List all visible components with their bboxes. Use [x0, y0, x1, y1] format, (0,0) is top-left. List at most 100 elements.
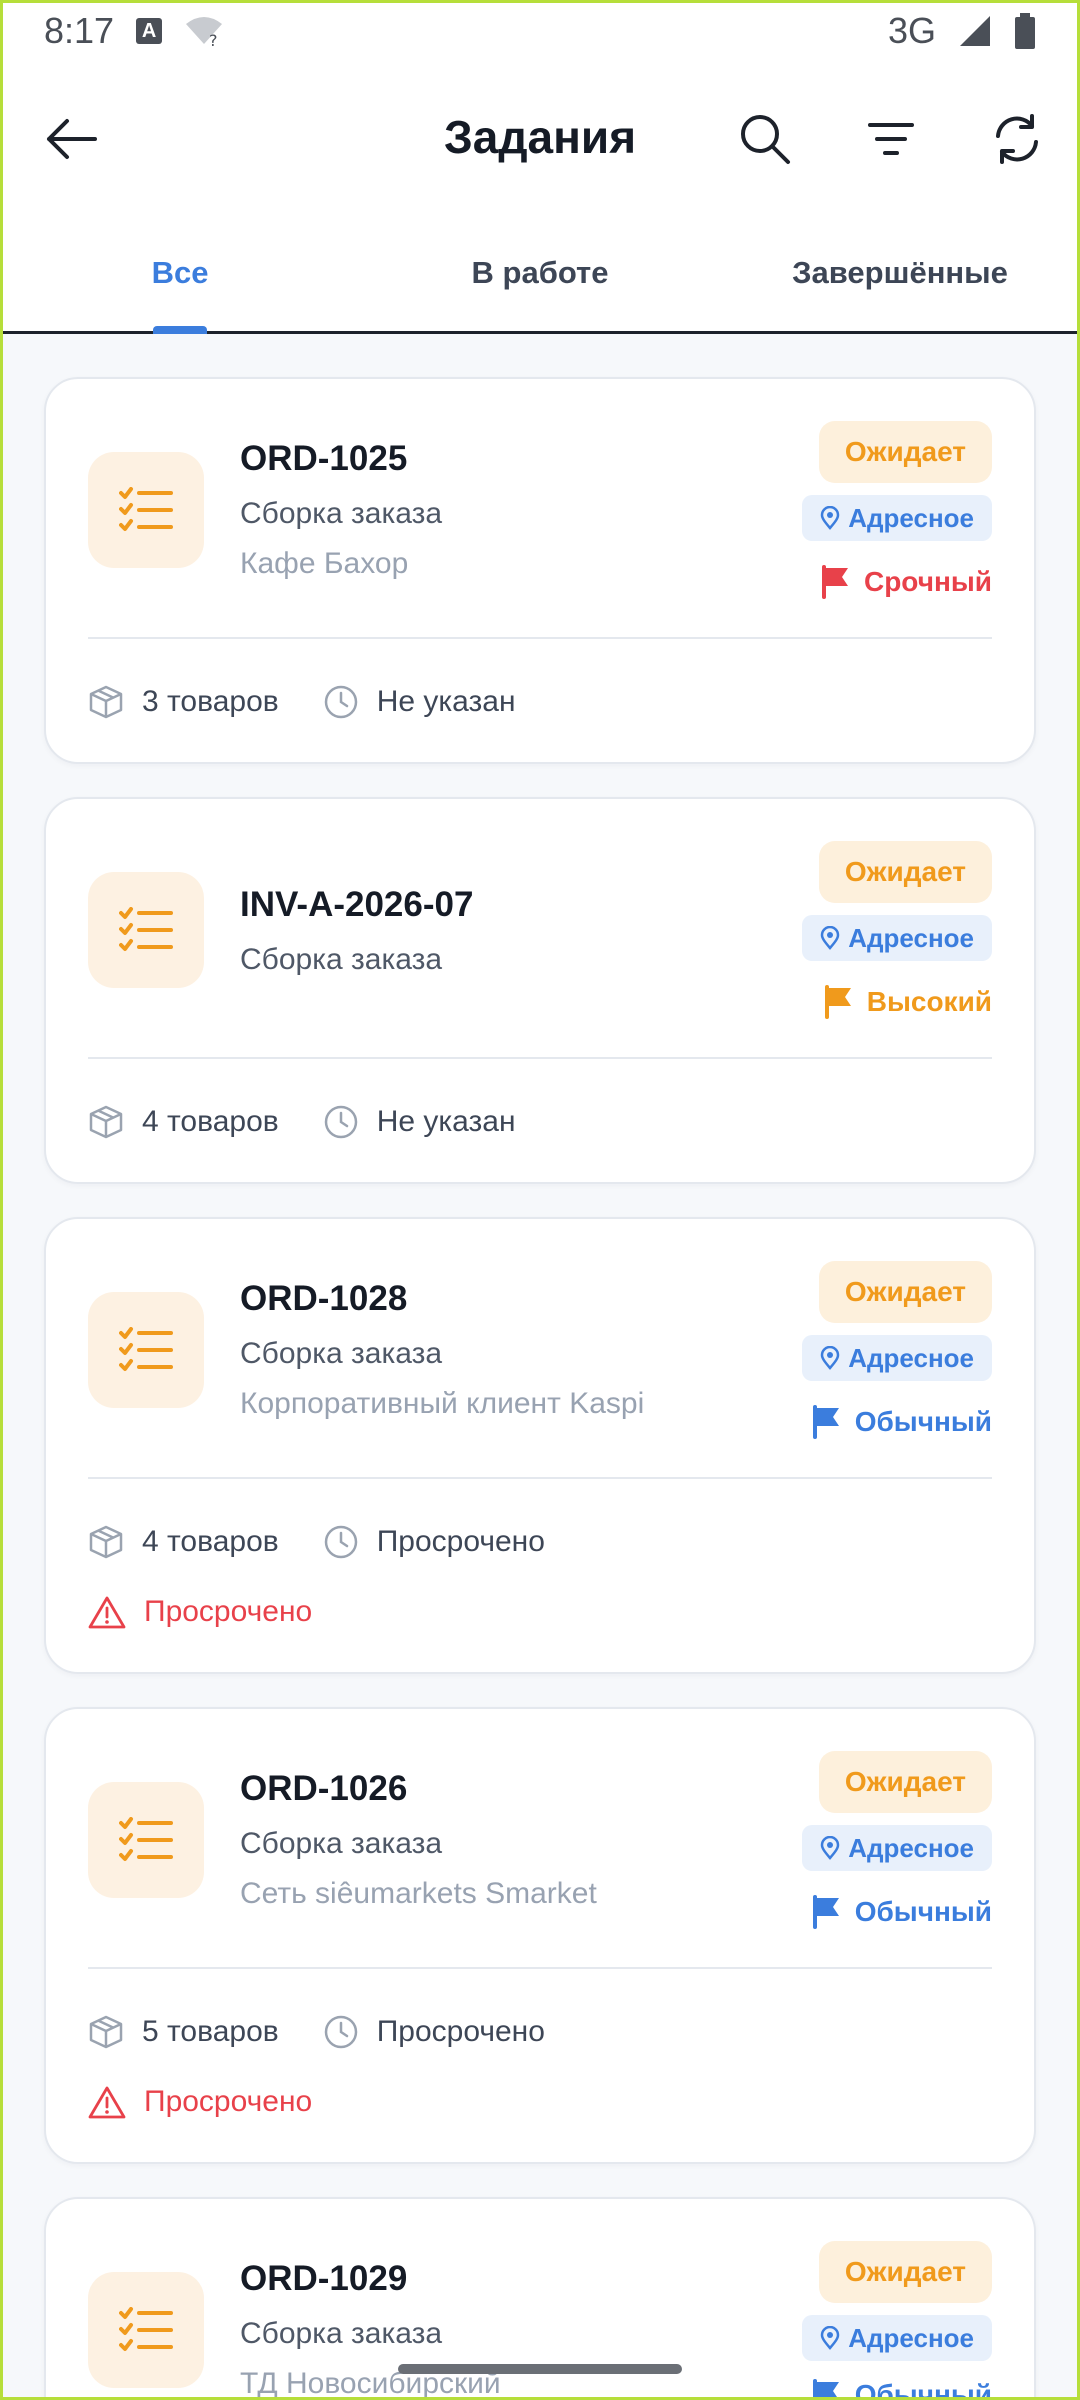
status-badge: Ожидает: [818, 841, 992, 903]
location-pin-icon: [820, 1836, 840, 1860]
checklist-icon: [119, 907, 173, 951]
deadline-text: Просрочено: [376, 2015, 545, 2048]
task-type: Сборка заказа: [240, 1337, 443, 1370]
address-badge-label: Адресное: [848, 1342, 974, 1373]
priority-text: Обычный: [854, 2379, 992, 2400]
home-indicator[interactable]: [398, 2364, 682, 2374]
clock-icon: [324, 1525, 357, 1559]
task-card[interactable]: ORD-1026 Сборка заказа Сеть siêumarkets …: [44, 1707, 1036, 2164]
flag-icon: [812, 2379, 839, 2400]
task-id: INV-A-2026-07: [240, 885, 474, 924]
box-icon: [89, 1525, 123, 1559]
task-type: Сборка заказа: [240, 2317, 443, 2350]
divider: [88, 1967, 992, 1969]
address-badge-label: Адресное: [848, 502, 974, 533]
task-card[interactable]: ORD-1028 Сборка заказа Корпоративный кли…: [44, 1217, 1036, 1674]
network-type: 3G: [887, 10, 936, 51]
priority-label: Высокий: [823, 979, 992, 1025]
checklist-icon: [119, 487, 173, 531]
checklist-icon: [119, 2307, 173, 2351]
task-type: Сборка заказа: [240, 1827, 443, 1860]
address-badge-label: Адресное: [848, 922, 974, 953]
battery-icon: [1015, 13, 1035, 49]
priority-text: Высокий: [866, 986, 992, 1017]
task-id: ORD-1025: [240, 439, 408, 478]
status-badge: Ожидает: [818, 2241, 992, 2303]
priority-text: Обычный: [854, 1896, 992, 1927]
task-icon-container: [88, 1782, 204, 1898]
priority-label: Обычный: [811, 1889, 992, 1935]
priority-label: Обычный: [811, 2379, 992, 2400]
filter-icon: [868, 123, 914, 155]
task-meta: 3 товаров Не указан: [88, 679, 538, 725]
svg-text:?: ?: [209, 31, 218, 48]
box-icon: [89, 2015, 123, 2049]
status-badge: Ожидает: [818, 421, 992, 483]
location-pin-icon: [820, 1346, 840, 1370]
checklist-icon: [119, 1817, 173, 1861]
overdue-warning: Просрочено: [88, 2079, 312, 2125]
address-badge: Адресное: [802, 495, 992, 541]
deadline: Не указан: [323, 684, 516, 720]
flag-icon: [821, 565, 848, 599]
status-badge: Ожидает: [818, 1261, 992, 1323]
items-count: 4 товаров: [88, 1104, 279, 1140]
task-client: Сеть siêumarkets Smarket: [240, 1877, 597, 1910]
task-icon-container: [88, 1292, 204, 1408]
items-count: 5 товаров: [88, 2014, 279, 2050]
task-type: Сборка заказа: [240, 943, 443, 976]
items-count-text: 3 товаров: [142, 685, 279, 718]
location-pin-icon: [820, 506, 840, 530]
flag-icon: [824, 985, 851, 1019]
flag-icon: [812, 1405, 839, 1439]
task-meta: 5 товаров Просрочено: [88, 2009, 567, 2055]
wifi-off-icon: ?: [186, 17, 223, 48]
overdue-warning: Просрочено: [88, 1589, 312, 1635]
warning-icon: [88, 1596, 126, 1629]
search-icon: [741, 115, 790, 164]
warning-icon: [88, 2086, 126, 2119]
clock-icon: [324, 1105, 357, 1139]
status-time: 8:17: [44, 10, 115, 51]
deadline-text: Не указан: [376, 685, 516, 718]
task-card[interactable]: ORD-1025 Сборка заказа Кафе Бахор Ожидае…: [44, 377, 1036, 764]
tab-all[interactable]: Все: [0, 214, 360, 331]
overdue-text: Просрочено: [144, 1595, 313, 1628]
task-icon-container: [88, 2272, 204, 2388]
task-client: Кафе Бахор: [240, 547, 409, 580]
deadline-text: Просрочено: [376, 1525, 545, 1558]
address-badge: Адресное: [802, 2315, 992, 2361]
app-bar: Задания: [0, 62, 1080, 214]
divider: [88, 637, 992, 639]
search-button[interactable]: [728, 102, 802, 176]
tab-bar: Все В работе Завершённые: [0, 214, 1080, 334]
deadline-text: Не указан: [376, 1105, 516, 1138]
tab-completed[interactable]: Завершённые: [720, 214, 1080, 331]
items-count-text: 4 товаров: [142, 1105, 279, 1138]
task-card[interactable]: INV-A-2026-07 Сборка заказа Ожидает Адре…: [44, 797, 1036, 1184]
address-badge: Адресное: [802, 1335, 992, 1381]
deadline: Просрочено: [323, 2014, 545, 2050]
tab-in-progress[interactable]: В работе: [360, 214, 720, 331]
divider: [88, 1477, 992, 1479]
refresh-button[interactable]: [980, 102, 1054, 176]
task-client: Корпоративный клиент Kaspi: [240, 1387, 645, 1420]
task-icon-container: [88, 872, 204, 988]
status-badge: Ожидает: [818, 1751, 992, 1813]
filter-button[interactable]: [854, 102, 928, 176]
clock-icon: [324, 685, 357, 719]
priority-text: Срочный: [863, 566, 992, 597]
status-bar: 8:17 A ? 3G: [0, 0, 1080, 62]
task-id: ORD-1026: [240, 1769, 408, 1808]
overdue-text: Просрочено: [144, 2085, 313, 2118]
location-pin-icon: [820, 2326, 840, 2350]
items-count: 4 товаров: [88, 1524, 279, 1560]
signal-icon: [960, 16, 990, 46]
task-meta: 4 товаров Не указан: [88, 1099, 538, 1145]
task-type: Сборка заказа: [240, 497, 443, 530]
clock-icon: [324, 2015, 357, 2049]
address-badge-label: Адресное: [848, 2322, 974, 2353]
divider: [88, 1057, 992, 1059]
task-id: ORD-1029: [240, 2259, 408, 2298]
location-pin-icon: [820, 926, 840, 950]
